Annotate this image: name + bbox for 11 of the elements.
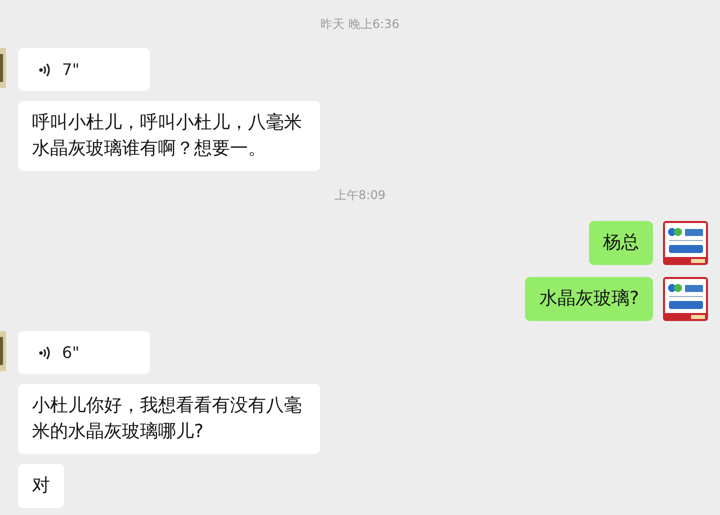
voice-message-bubble[interactable]: 6": [18, 331, 150, 374]
message-bubble: 呼叫小杜儿，呼叫小杜儿，八毫米水晶灰玻璃谁有啊？想要一。: [18, 101, 320, 171]
message-bubble: 小杜儿你好，我想看看有没有八毫米的水晶灰玻璃哪儿?: [18, 384, 320, 454]
message-bubble: 对: [18, 464, 64, 508]
message-bubble: 杨总: [589, 221, 653, 265]
voice-wave-icon: [38, 344, 52, 360]
timestamp: 上午8:09: [334, 187, 386, 203]
timestamp: 昨天 晚上6:36: [320, 16, 400, 32]
message-bubble: 水晶灰玻璃?: [525, 277, 653, 321]
voice-wave-icon: [38, 62, 52, 78]
voice-message-bubble[interactable]: 7": [18, 48, 150, 91]
